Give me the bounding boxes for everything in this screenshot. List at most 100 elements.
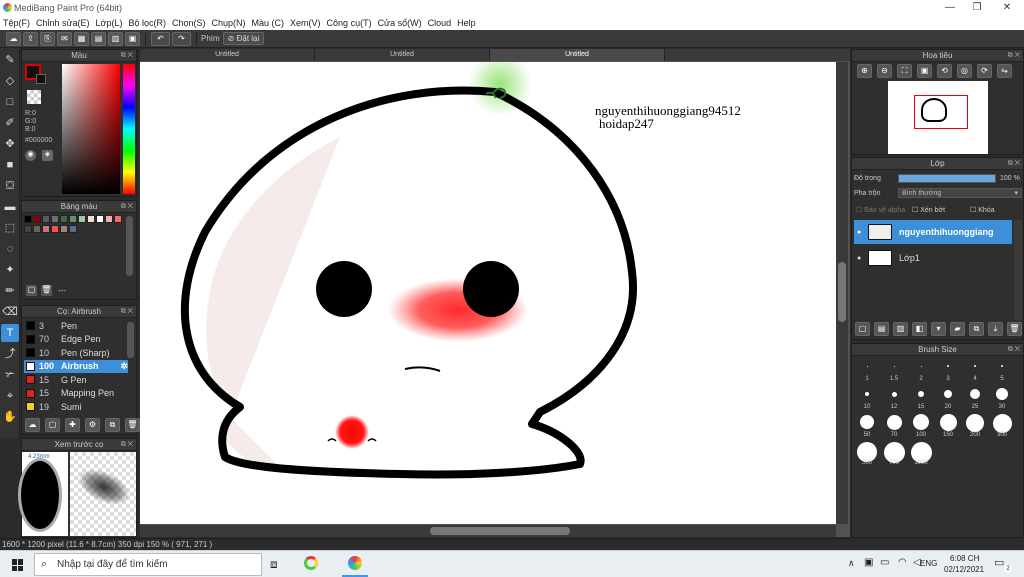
language-indicator[interactable]: ENG	[920, 559, 937, 568]
clock-date[interactable]: 02/12/2021	[944, 565, 984, 574]
menu-tools[interactable]: Công cụ(T)	[327, 18, 372, 28]
color-mixer-icon[interactable]: ◈	[42, 150, 53, 161]
chevron-up-icon[interactable]: ∧	[848, 558, 855, 569]
menu-snap[interactable]: Chụp(N)	[212, 18, 246, 28]
brush-item[interactable]: 100 Airbrush ✲	[24, 359, 128, 373]
blend-mode-select[interactable]: Bình thường ▾	[898, 188, 1022, 198]
color-swatch[interactable]	[60, 215, 68, 223]
brush-size-option[interactable]: 1000	[909, 442, 933, 466]
brush-item[interactable]: 19 Sumi	[24, 400, 128, 413]
pen-icon[interactable]: ✐	[1, 114, 19, 132]
menu-filter[interactable]: Bộ lọc(R)	[128, 18, 166, 28]
minimize-button[interactable]: —	[935, 0, 965, 16]
secondary-color-swatch[interactable]	[36, 74, 46, 84]
color-swatch[interactable]	[24, 215, 32, 223]
brush-item[interactable]: 10 Pen (Sharp)	[24, 346, 128, 359]
lasso-icon[interactable]: ◌	[1, 240, 19, 258]
tab-untitled-1[interactable]: Untitled	[140, 49, 315, 61]
panel-icon[interactable]: ▤	[91, 31, 106, 46]
color-swatch[interactable]	[51, 215, 59, 223]
dot-icon[interactable]: □	[1, 93, 19, 111]
menu-edit[interactable]: Chỉnh sửa(E)	[36, 18, 90, 28]
new-swatch-icon[interactable]: ▢	[26, 285, 37, 296]
upload-icon[interactable]: ⇪	[23, 31, 38, 46]
brush-settings-icon[interactable]: ⚙	[85, 418, 100, 432]
saturation-value-picker[interactable]	[62, 64, 120, 194]
rotate-left-icon[interactable]: ⟲	[937, 64, 952, 78]
brush-size-option[interactable]: 2	[909, 358, 933, 382]
brush-size-option[interactable]: 4	[963, 358, 987, 382]
operation-icon[interactable]: ⤴	[1, 345, 19, 363]
reset-button[interactable]: ⊘ Đặt lại	[222, 32, 265, 45]
horizontal-scrollbar[interactable]	[140, 525, 836, 537]
opacity-slider[interactable]	[898, 174, 996, 183]
eyedropper-icon[interactable]: ⌖	[1, 387, 19, 405]
windows-start-icon[interactable]	[12, 559, 24, 571]
color-swatch[interactable]	[78, 215, 86, 223]
brush-item[interactable]: 70 Edge Pen	[24, 333, 128, 346]
add-brush-icon[interactable]: ✚	[65, 418, 80, 432]
medibang-taskbar-icon[interactable]	[348, 556, 362, 570]
menu-cloud[interactable]: Cloud	[428, 18, 452, 28]
brush-size-option[interactable]: 500	[855, 442, 879, 466]
panel-pin-icon[interactable]: ⧉ ✕	[1008, 344, 1020, 356]
panel-pin-icon[interactable]: ⧉ ✕	[1008, 50, 1020, 62]
panel-pin-icon[interactable]: ⧉ ✕	[1008, 158, 1020, 170]
export-icon[interactable]: ⎘	[40, 31, 55, 46]
brush-size-option[interactable]: 1.5	[882, 358, 906, 382]
gradient-icon[interactable]: ▬	[1, 198, 19, 216]
drawing-canvas[interactable]: nguyenthihuonggiang94512 hoidap247	[140, 62, 836, 524]
cloud-icon[interactable]: ☁	[6, 31, 21, 46]
brush-size-option[interactable]: 30	[990, 386, 1014, 410]
menu-layer[interactable]: Lớp(L)	[96, 18, 123, 28]
add-layer-dropdown-icon[interactable]: ▾	[931, 322, 946, 336]
brush-size-option[interactable]: 700	[882, 442, 906, 466]
brush-size-option[interactable]: 70	[882, 414, 906, 438]
brush-size-option[interactable]: 20	[936, 386, 960, 410]
folder-icon[interactable]: ▰	[950, 322, 965, 336]
color-swatch[interactable]	[69, 215, 77, 223]
lock-checkbox[interactable]: ☐ Khóa	[970, 206, 995, 214]
brush-size-option[interactable]: 200	[963, 414, 987, 438]
wifi-icon[interactable]: ◠	[898, 557, 907, 568]
brush-size-option[interactable]: 5	[990, 358, 1014, 382]
cloud-brush-icon[interactable]: ☁	[25, 418, 40, 432]
grid-icon[interactable]: ▦	[74, 31, 89, 46]
menu-color[interactable]: Màu (C)	[252, 18, 285, 28]
fill-shape-icon[interactable]: ■	[1, 156, 19, 174]
color-swatch[interactable]	[42, 225, 50, 233]
brush-size-option[interactable]: 10	[855, 386, 879, 410]
chrome-icon[interactable]	[304, 556, 318, 570]
brush-size-option[interactable]: 50	[855, 414, 879, 438]
divide-icon[interactable]: ✃	[1, 366, 19, 384]
bucket-icon[interactable]: ⛋	[1, 177, 19, 195]
zoom-out-icon[interactable]: ⊖	[877, 64, 892, 78]
menu-select[interactable]: Chọn(S)	[172, 18, 206, 28]
task-view-icon[interactable]: ⧈	[270, 557, 278, 572]
color-swatch[interactable]	[33, 215, 41, 223]
color-swatch[interactable]	[33, 225, 41, 233]
new-halftone-layer-icon[interactable]: ▤	[874, 322, 889, 336]
copy-brush-icon[interactable]: ⧉	[105, 418, 120, 432]
close-button[interactable]: ✕	[992, 0, 1022, 16]
brush-icon[interactable]: ✎	[1, 51, 19, 69]
panel-pin-icon[interactable]: ⧉ ✕	[121, 439, 133, 451]
reset-view-icon[interactable]: ◎	[957, 64, 972, 78]
magic-wand-icon[interactable]: ✦	[1, 261, 19, 279]
brush-size-option[interactable]: 300	[990, 414, 1014, 438]
flip-icon[interactable]: ⇋	[997, 64, 1012, 78]
tray-app-icon[interactable]: ▣	[864, 557, 873, 568]
gear-icon[interactable]: ✲	[120, 361, 128, 372]
comment-icon[interactable]: ✉	[57, 31, 72, 46]
new-layer-icon[interactable]: ▢	[855, 322, 870, 336]
layer-scrollbar[interactable]	[1014, 220, 1022, 320]
battery-icon[interactable]: ▭	[880, 557, 889, 568]
clipping-checkbox[interactable]: ☐ Xén bớt	[912, 206, 945, 214]
undo-icon[interactable]: ↶	[151, 31, 170, 46]
brush-size-option[interactable]: 150	[936, 414, 960, 438]
color-swatch[interactable]	[96, 215, 104, 223]
color-wheel-icon[interactable]: ◉	[25, 150, 36, 161]
panel-pin-icon[interactable]: ⧉ ✕	[121, 201, 133, 213]
brush-item[interactable]: 3 Pen	[24, 319, 128, 332]
color-swatch[interactable]	[24, 225, 32, 233]
